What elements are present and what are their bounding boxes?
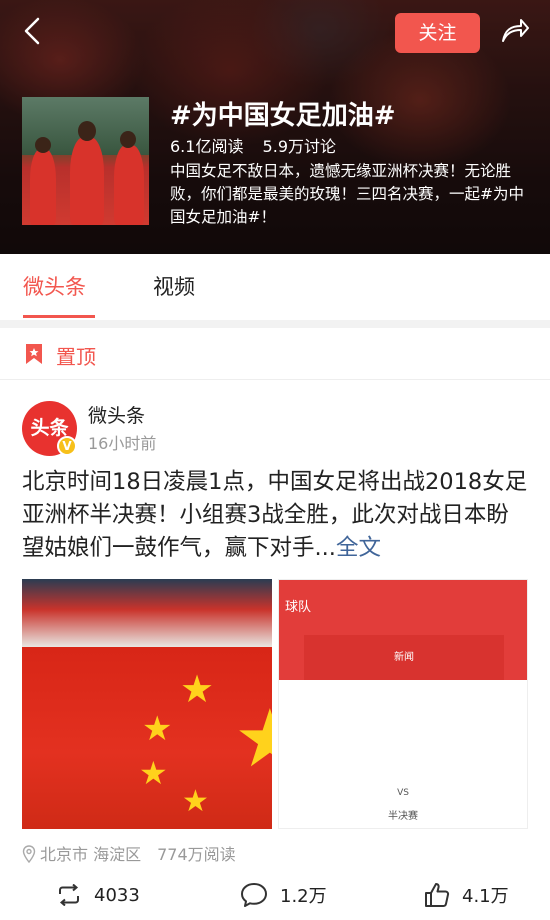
flag-star-icon: ★ bbox=[142, 709, 173, 749]
thumbs-up-icon bbox=[425, 883, 450, 907]
active-tab-indicator bbox=[23, 315, 95, 318]
topic-description: 中国女足不敌日本，遗憾无缘亚洲杯决赛！无论胜败，你们都是最美的玫瑰！三四名决赛，… bbox=[170, 162, 524, 226]
tab-video[interactable]: 视频 bbox=[153, 272, 195, 302]
share-icon[interactable] bbox=[500, 16, 530, 44]
pinned-section: 置顶 bbox=[0, 328, 550, 380]
follow-button[interactable]: 关注 bbox=[395, 13, 480, 53]
repost-button[interactable]: 4033 bbox=[56, 881, 140, 909]
post-location[interactable]: 北京市 海淀区 bbox=[40, 845, 141, 864]
author-name[interactable]: 微头条 bbox=[88, 401, 145, 428]
post-image-news[interactable]: 球队 新闻 VS 半决赛 bbox=[278, 579, 528, 829]
section-divider bbox=[0, 320, 550, 328]
topic-reads: 6.1亿阅读 bbox=[170, 137, 244, 156]
news-image-button: 新闻 bbox=[304, 635, 504, 680]
topic-stats: 6.1亿阅读 5.9万讨论 bbox=[170, 133, 350, 157]
repost-count: 4033 bbox=[94, 884, 140, 906]
location-icon bbox=[22, 845, 36, 863]
post-text[interactable]: 北京时间18日凌晨1点，中国女足将出战2018女足亚洲杯半决赛！小组赛3战全胜，… bbox=[22, 466, 530, 565]
news-image-stage: 半决赛 bbox=[388, 811, 418, 822]
flag-star-icon: ★ bbox=[180, 667, 215, 711]
post-image-team-flag[interactable]: ★ ★ ★ ★ ★ bbox=[22, 579, 272, 829]
like-count: 4.1万 bbox=[462, 886, 509, 907]
post-body: 北京时间18日凌晨1点，中国女足将出战2018女足亚洲杯半决赛！小组赛3战全胜，… bbox=[22, 469, 528, 561]
topic-header: 关注 #为中国女足加油# 6.1亿阅读 5.9万讨论 中国女足不敌日本，遗憾无缘… bbox=[0, 0, 550, 254]
back-icon[interactable] bbox=[20, 16, 44, 46]
news-image-vs: VS bbox=[397, 788, 409, 798]
news-image-heading: 球队 bbox=[285, 600, 312, 615]
tab-weitoutiao[interactable]: 微头条 bbox=[23, 272, 86, 302]
pinned-label: 置顶 bbox=[56, 345, 96, 369]
verified-badge-icon: V bbox=[57, 436, 77, 456]
post-meta: 北京市 海淀区 774万阅读 bbox=[22, 841, 236, 865]
topic-discussions: 5.9万讨论 bbox=[262, 137, 336, 156]
read-more-link[interactable]: 全文 bbox=[336, 535, 381, 561]
flag-star-icon: ★ bbox=[234, 692, 272, 785]
comment-button[interactable]: 1.2万 bbox=[240, 881, 327, 909]
post-reads: 774万阅读 bbox=[157, 845, 236, 864]
flag-star-icon: ★ bbox=[182, 784, 209, 819]
comment-icon bbox=[241, 883, 267, 907]
topic-cover-image bbox=[22, 97, 149, 225]
like-button[interactable]: 4.1万 bbox=[424, 881, 509, 909]
post-actions: 4033 1.2万 4.1万 bbox=[0, 873, 550, 920]
repost-icon bbox=[59, 884, 79, 906]
tab-bar: 微头条 视频 bbox=[0, 254, 550, 320]
post-time: 16小时前 bbox=[88, 434, 157, 453]
pin-icon bbox=[26, 344, 42, 364]
comment-count: 1.2万 bbox=[280, 886, 327, 907]
flag-star-icon: ★ bbox=[139, 754, 168, 792]
topic-title: #为中国女足加油# bbox=[170, 101, 396, 131]
